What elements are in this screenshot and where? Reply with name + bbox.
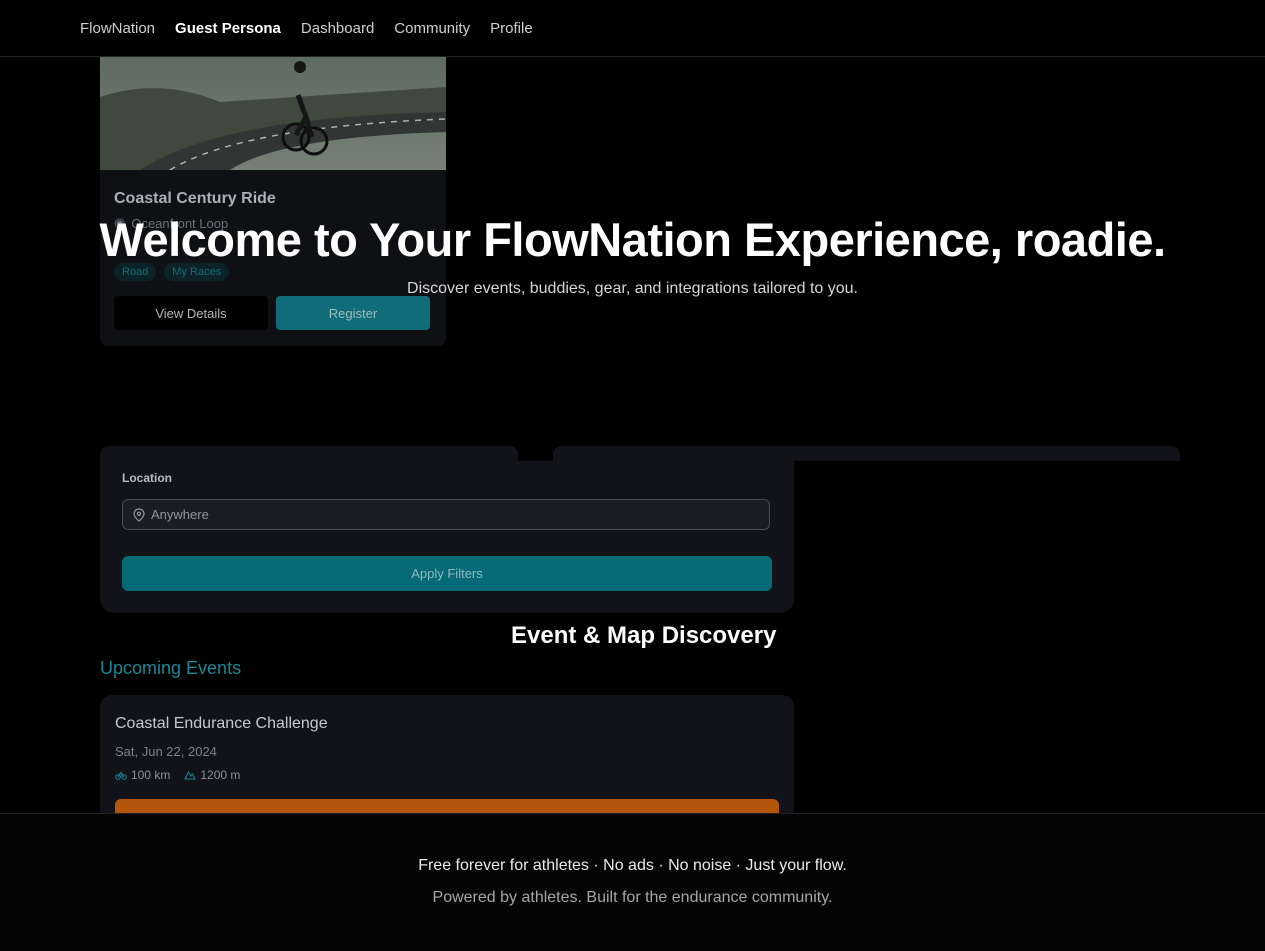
location-label: Location: [122, 471, 172, 485]
location-placeholder: Anywhere: [151, 507, 209, 522]
nav-community[interactable]: Community: [394, 20, 470, 37]
event-card[interactable]: Coastal Endurance Challenge Sat, Jun 22,…: [100, 695, 794, 825]
register-button[interactable]: Register: [276, 296, 430, 330]
location-pin-icon: [133, 507, 145, 522]
event-distance-text: 100 km: [131, 768, 171, 782]
bike-icon: [115, 772, 127, 780]
nav-links: FlowNation Guest Persona Dashboard Commu…: [80, 20, 533, 37]
mountain-icon: [184, 770, 197, 780]
footer: Free forever for athletes · No ads · No …: [0, 813, 1265, 951]
footer-tagline: Free forever for athletes · No ads · No …: [418, 857, 847, 874]
nav-profile[interactable]: Profile: [490, 20, 533, 37]
nav-dashboard[interactable]: Dashboard: [301, 20, 374, 37]
section-title: Event & Map Discovery: [511, 622, 777, 649]
footer-credit: Powered by athletes. Built for the endur…: [432, 889, 833, 906]
filter-panel: Location Anywhere Apply Filters: [100, 461, 794, 613]
view-details-button[interactable]: View Details: [114, 296, 268, 330]
event-title: Coastal Endurance Challenge: [115, 715, 328, 732]
hero-subtitle: Discover events, buddies, gear, and inte…: [407, 280, 858, 297]
hero-title: Welcome to Your FlowNation Experience, r…: [99, 213, 1166, 266]
event-elevation-text: 1200 m: [200, 768, 241, 782]
event-distance: 100 km: [115, 768, 170, 782]
upcoming-events-heading: Upcoming Events: [100, 658, 242, 678]
panel-edge-right: [553, 446, 1180, 461]
apply-filters-button[interactable]: Apply Filters: [122, 556, 772, 591]
featured-event-card: Coastal Century Ride ◉ Oceanfront Loop R…: [100, 57, 446, 346]
event-elevation: 1200 m: [184, 768, 240, 782]
event-stats: 100 km 1200 m: [115, 768, 240, 782]
top-nav: FlowNation Guest Persona Dashboard Commu…: [0, 0, 1265, 57]
featured-title: Coastal Century Ride: [114, 190, 276, 207]
cyclist-photo: [100, 57, 446, 170]
nav-brand[interactable]: FlowNation: [80, 20, 155, 37]
location-input[interactable]: Anywhere: [122, 499, 770, 530]
event-date: Sat, Jun 22, 2024: [115, 744, 217, 759]
nav-guest-persona[interactable]: Guest Persona: [175, 20, 281, 37]
featured-actions: View Details Register: [114, 296, 430, 330]
